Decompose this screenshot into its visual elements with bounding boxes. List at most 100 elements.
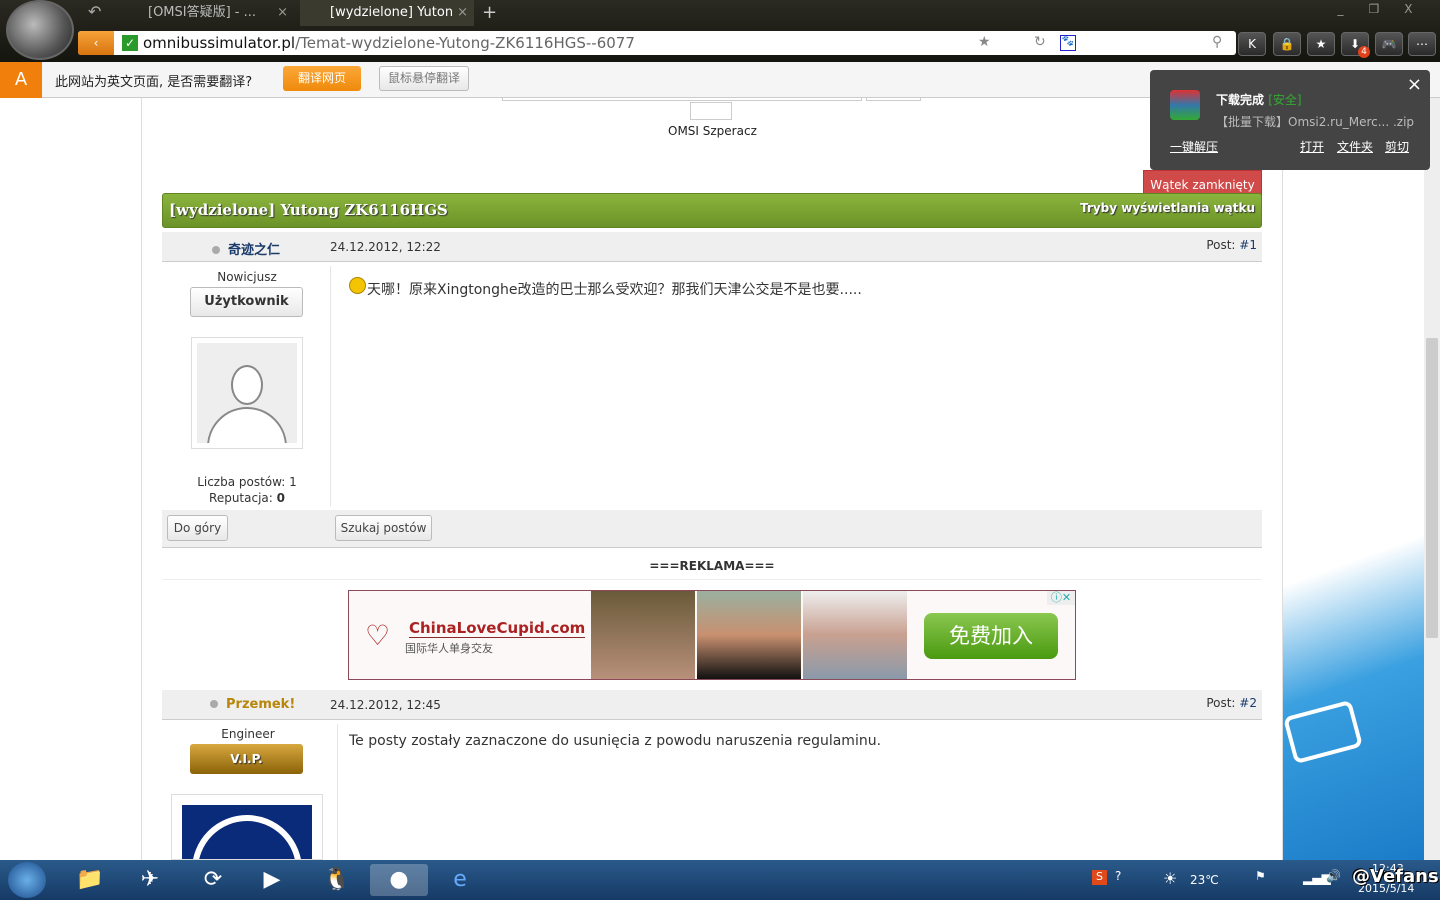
- sogou-ime-icon[interactable]: S: [1092, 870, 1107, 885]
- scrollbar-thumb[interactable]: [1426, 338, 1438, 638]
- media-player-icon[interactable]: ▶: [252, 864, 292, 896]
- download-filename: 【批量下载】Omsi2.ru_Merc... .zip: [1216, 115, 1415, 129]
- browser-logo[interactable]: [6, 0, 74, 60]
- back-to-top-button[interactable]: Do góry: [167, 515, 228, 541]
- k-extension-button[interactable]: K: [1238, 32, 1266, 56]
- thread-header: [wydzielone] Yutong ZK6116HGS Tryby wyśw…: [162, 193, 1262, 228]
- games-button[interactable]: 🎮: [1375, 32, 1403, 56]
- liebao-browser-icon[interactable]: ●: [370, 864, 428, 896]
- ad-heading: ===REKLAMA===: [162, 559, 1262, 580]
- weather-sun-icon[interactable]: ☀: [1163, 869, 1177, 888]
- ad-tagline: 国际华人单身交友: [405, 642, 493, 655]
- refresh-app-icon[interactable]: ⟳: [193, 864, 233, 896]
- post-number-label: Post:: [1206, 696, 1240, 710]
- secure-check-icon: ✓: [122, 35, 138, 51]
- undo-close-tab-icon[interactable]: ↶: [88, 2, 101, 21]
- temperature[interactable]: 23℃: [1190, 873, 1219, 887]
- post-author[interactable]: Przemek!: [210, 697, 295, 712]
- post-date: 24.12.2012, 12:22: [330, 240, 441, 254]
- ad-brand-a: ChinaLove: [409, 619, 497, 637]
- ad-choices-close-icon[interactable]: ⓘ✕: [1047, 591, 1075, 605]
- url-text[interactable]: omnibussimulator.pl/Temat-wydzielone-Yut…: [143, 31, 635, 55]
- ad-brand-b: Cupid.com: [496, 619, 586, 637]
- download-complete-popup: 下载完成 [安全] 【批量下载】Omsi2.ru_Merc... .zip 一键…: [1150, 70, 1430, 170]
- vip-badge: V.I.P.: [190, 744, 303, 774]
- post-footer: [162, 510, 1262, 548]
- restore-button[interactable]: ❐: [1369, 2, 1380, 16]
- heart-logo-icon: ♡: [365, 619, 391, 652]
- url-domain: omnibussimulator.pl: [143, 34, 296, 52]
- search-icon[interactable]: ⚲: [1212, 34, 1222, 50]
- ad-banner[interactable]: ♡ ChinaLoveCupid.com 国际华人单身交友 免费加入 ⓘ✕: [348, 590, 1076, 680]
- post-count: Liczba postów: 1: [197, 475, 297, 489]
- ad-join-button[interactable]: 免费加入: [924, 613, 1058, 659]
- ad-photo: [803, 591, 907, 679]
- ie-icon[interactable]: e: [440, 864, 480, 896]
- volume-icon[interactable]: 🔊: [1326, 869, 1341, 883]
- qq-icon[interactable]: 🐧: [317, 864, 357, 896]
- explorer-icon[interactable]: 📁: [70, 864, 110, 896]
- view-modes-link[interactable]: Tryby wyświetlania wątku: [1080, 201, 1255, 215]
- divider: [330, 266, 331, 506]
- avatar[interactable]: [171, 794, 323, 860]
- author-name: 奇迹之仁: [228, 243, 281, 258]
- post-number[interactable]: Post: #1: [1206, 238, 1257, 252]
- tab-label: [wydzielone] Yuton: [330, 5, 454, 20]
- minimize-button[interactable]: _: [1338, 2, 1344, 16]
- post-author[interactable]: 奇迹之仁: [212, 239, 280, 258]
- flag-icon[interactable]: ⚑: [1255, 869, 1266, 883]
- open-link[interactable]: 打开: [1300, 138, 1324, 155]
- new-tab-button[interactable]: +: [482, 2, 497, 23]
- search-input[interactable]: [502, 98, 862, 101]
- winrar-archive-icon: [1170, 90, 1200, 120]
- post-number-link[interactable]: #1: [1239, 238, 1257, 252]
- watermark: @Vefans: [1352, 866, 1439, 887]
- download-title: 下载完成: [1216, 93, 1265, 107]
- close-window-button[interactable]: X: [1404, 2, 1412, 16]
- download-count-badge: 4: [1358, 46, 1370, 58]
- post-body: Te posty zostały zaznaczone do usunięcia…: [349, 733, 882, 749]
- ad-photo: [697, 591, 801, 679]
- extract-link[interactable]: 一键解压: [1170, 138, 1218, 155]
- cut-link[interactable]: 剪切: [1385, 138, 1409, 155]
- tab-wydzielone[interactable]: [wydzielone] Yuton ×: [300, 0, 474, 26]
- banner-caption: OMSI Szperacz: [668, 124, 757, 138]
- hover-translate-button[interactable]: 鼠标悬停翻译: [379, 66, 469, 91]
- user-rank: Nowicjusz: [217, 270, 277, 284]
- post-number-label: Post:: [1206, 238, 1240, 252]
- post-number[interactable]: Post: #2: [1206, 696, 1257, 710]
- find-posts-button[interactable]: Szukaj postów: [335, 515, 432, 541]
- help-icon[interactable]: ?: [1115, 869, 1121, 883]
- folder-link[interactable]: 文件夹: [1337, 138, 1373, 155]
- tab-label: [OMSI答疑版] - ...: [148, 5, 257, 20]
- avatar[interactable]: [191, 337, 303, 449]
- tab-close-button[interactable]: ×: [457, 0, 468, 26]
- translate-message: 此网站为英文页面, 是否需要翻译?: [55, 75, 253, 90]
- divider: [337, 724, 338, 860]
- refresh-icon[interactable]: ↻: [1034, 34, 1046, 50]
- tab-close-button[interactable]: ×: [277, 0, 288, 26]
- reputation-value[interactable]: 0: [277, 491, 285, 505]
- ad-brand: ChinaLoveCupid.com: [409, 619, 586, 638]
- broken-image-icon: [690, 102, 732, 120]
- more-button[interactable]: ⋯: [1408, 32, 1436, 56]
- lock-button[interactable]: 🔒: [1273, 32, 1301, 56]
- tab-omsi[interactable]: [OMSI答疑版] - ... ×: [118, 0, 294, 26]
- author-name: Przemek!: [226, 697, 296, 712]
- translate-page-button[interactable]: 翻译网页: [283, 66, 361, 91]
- popup-close-button[interactable]: ×: [1407, 74, 1422, 95]
- bird-app-icon[interactable]: ✈: [130, 864, 170, 896]
- bookmark-star-icon[interactable]: ★: [978, 34, 991, 50]
- baidu-paw-icon[interactable]: 🐾: [1060, 35, 1076, 51]
- thread-title: [wydzielone] Yutong ZK6116HGS: [169, 201, 448, 219]
- search-button[interactable]: [866, 98, 921, 101]
- safe-label: [安全]: [1268, 93, 1302, 107]
- favorites-button[interactable]: ★: [1307, 32, 1335, 56]
- offline-status-icon: [210, 700, 218, 708]
- post-number-link[interactable]: #2: [1239, 696, 1257, 710]
- reputation-label: Reputacja:: [209, 491, 277, 505]
- user-rank: Engineer: [221, 727, 275, 741]
- ad-photo: [591, 591, 695, 679]
- back-button[interactable]: ‹: [78, 31, 114, 55]
- start-button[interactable]: [8, 862, 46, 898]
